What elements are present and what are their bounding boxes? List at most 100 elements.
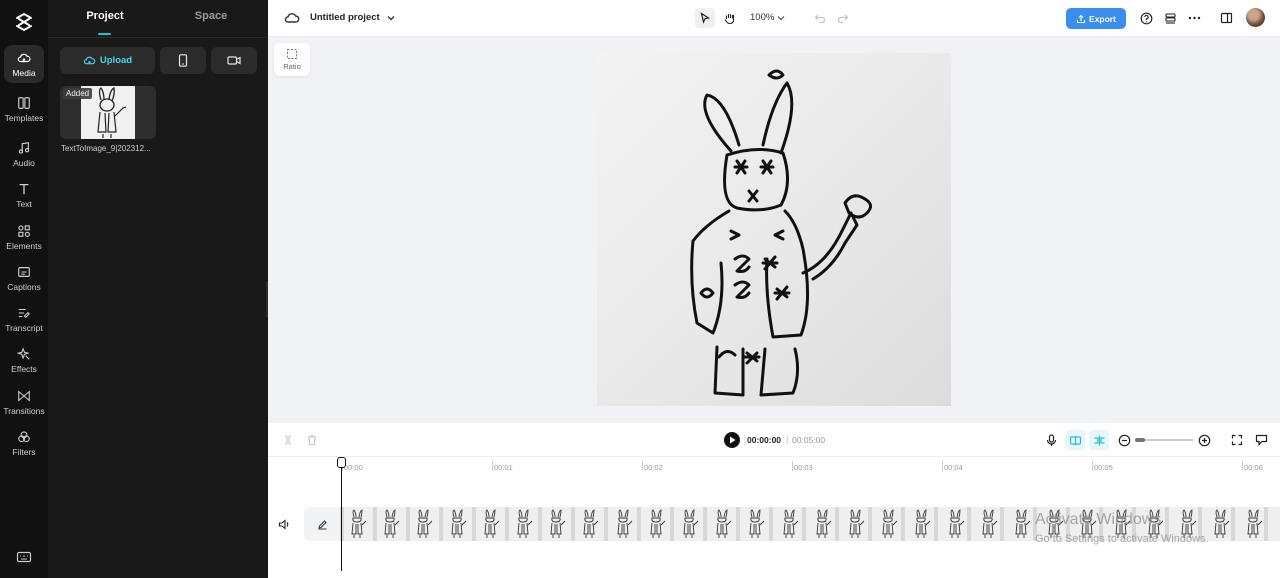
media-card[interactable]: Added xyxy=(60,86,156,139)
media-filename: TextToImage_9|202312... xyxy=(61,144,151,153)
ruler-label: 00:02 xyxy=(644,463,663,472)
added-badge: Added xyxy=(63,88,93,99)
player-bar: 00:00:00 | 00:05:00 xyxy=(268,423,1280,457)
clip-frame-thumbnail xyxy=(816,509,832,538)
play-button[interactable] xyxy=(724,432,740,448)
filters-icon xyxy=(18,430,30,442)
rail-item-filters[interactable]: Filters xyxy=(4,424,44,462)
ruler-label: 00:04 xyxy=(944,463,963,472)
rail-item-audio[interactable]: Audio xyxy=(4,135,44,173)
playhead-line[interactable] xyxy=(341,461,342,571)
activation-watermark: Activate Windows xyxy=(1035,511,1162,528)
clip-frame-thumbnail xyxy=(650,509,666,538)
delete-icon[interactable] xyxy=(302,430,322,450)
tab-space[interactable]: Space xyxy=(156,10,266,22)
select-tool-icon[interactable] xyxy=(695,8,715,28)
cloud-sync-icon[interactable] xyxy=(282,8,302,28)
clip-frame-thumbnail xyxy=(484,509,500,538)
transitions-icon xyxy=(18,390,30,401)
clip-frame-thumbnail xyxy=(617,509,632,538)
captions-icon xyxy=(18,266,30,277)
upload-button[interactable]: Upload xyxy=(60,47,155,74)
keyboard-icon[interactable] xyxy=(16,550,32,564)
rail-item-text[interactable]: Text xyxy=(4,176,44,214)
timeline[interactable]: 00:00 00:01 00:02 00:03 00:04 00:05 00:0… xyxy=(268,457,1280,578)
tab-project[interactable]: Project xyxy=(50,10,160,22)
clip-frame-thumbnail xyxy=(550,509,566,538)
elements-icon xyxy=(18,224,30,237)
activation-watermark-subtext: Go to Settings to activate Windows. xyxy=(1035,533,1209,545)
ruler-tick xyxy=(942,461,943,471)
video-preview[interactable] xyxy=(597,53,951,406)
stack-icon[interactable] xyxy=(1160,8,1180,28)
zoom-slider-handle[interactable] xyxy=(1135,438,1145,442)
record-button[interactable] xyxy=(211,47,257,74)
clip-frame-thumbnail xyxy=(783,509,798,538)
zoom-in-icon[interactable] xyxy=(1194,430,1214,450)
rabbit-artwork-image xyxy=(690,69,872,397)
cloud-upload-icon xyxy=(83,56,96,65)
link-clips-icon[interactable] xyxy=(1089,430,1109,450)
rail-item-label: Effects xyxy=(11,363,37,374)
more-options-icon[interactable] xyxy=(1184,8,1204,28)
clip-frame-thumbnail xyxy=(1015,509,1031,538)
export-button[interactable]: Export xyxy=(1066,8,1126,29)
clip-frame-thumbnail xyxy=(849,509,865,538)
chevron-down-icon[interactable] xyxy=(381,8,401,28)
clip-frame-thumbnail xyxy=(882,509,898,538)
ruler-tick xyxy=(492,461,493,471)
rail-item-label: Captions xyxy=(7,281,41,292)
phone-upload-button[interactable] xyxy=(160,47,206,74)
rail-item-effects[interactable]: Effects xyxy=(4,341,44,379)
microphone-icon[interactable] xyxy=(1041,430,1061,450)
project-title[interactable]: Untitled project xyxy=(310,12,380,23)
ratio-button[interactable]: Ratio xyxy=(274,43,310,76)
rail-item-label: Media xyxy=(12,67,36,78)
split-icon[interactable] xyxy=(278,430,298,450)
undo-icon[interactable] xyxy=(810,8,830,28)
upload-label: Upload xyxy=(99,55,133,66)
canvas-area: Ratio xyxy=(268,37,1280,423)
templates-icon xyxy=(18,96,30,109)
pencil-icon xyxy=(317,519,327,529)
clip-frame-thumbnail xyxy=(949,509,964,538)
feedback-icon[interactable] xyxy=(1251,430,1271,450)
zoom-chevron-down-icon[interactable] xyxy=(771,8,791,28)
text-icon xyxy=(19,183,29,194)
fullscreen-icon[interactable] xyxy=(1227,430,1247,450)
zoom-out-icon[interactable] xyxy=(1114,430,1134,450)
timeline-zoom-slider[interactable] xyxy=(1137,439,1193,441)
rail-item-label: Templates xyxy=(4,112,44,123)
track-edit-controls[interactable] xyxy=(304,507,340,541)
magnet-snap-icon[interactable] xyxy=(1065,430,1085,450)
clip-frame-thumbnail xyxy=(351,509,367,538)
media-panel: Project Space Upload Added TextToImage_9… xyxy=(48,0,268,578)
hand-tool-icon[interactable] xyxy=(719,8,739,28)
rail-item-captions[interactable]: Captions xyxy=(4,259,44,297)
current-time: 00:00:00 xyxy=(747,435,782,445)
app-logo-icon[interactable] xyxy=(12,10,36,34)
redo-icon[interactable] xyxy=(833,8,853,28)
clip-frame-thumbnail xyxy=(716,509,732,538)
rail-item-elements[interactable]: Elements xyxy=(4,218,44,256)
track-volume-icon[interactable] xyxy=(274,514,294,534)
effects-icon xyxy=(17,346,30,360)
media-cloud-icon xyxy=(17,53,31,62)
export-label: Export xyxy=(1089,13,1116,24)
playhead-handle[interactable] xyxy=(337,457,346,468)
rail-item-transcript[interactable]: Transcript xyxy=(4,300,44,338)
clip-frame-thumbnail xyxy=(915,509,931,538)
rail-item-media[interactable]: Media xyxy=(4,45,44,83)
export-icon xyxy=(1076,14,1086,23)
clip-frame-thumbnail xyxy=(1247,509,1263,538)
ruler-tick xyxy=(792,461,793,471)
layout-toggle-icon[interactable] xyxy=(1216,8,1236,28)
clip-frame-thumbnail xyxy=(451,509,466,538)
clip-frame-thumbnail xyxy=(583,509,599,538)
rail-item-transitions[interactable]: Transitions xyxy=(3,383,45,421)
avatar[interactable] xyxy=(1246,8,1265,27)
ruler-label: 00:06 xyxy=(1244,463,1263,472)
clip-frame-thumbnail xyxy=(417,509,433,538)
rail-item-templates[interactable]: Templates xyxy=(4,90,44,128)
help-icon[interactable] xyxy=(1136,8,1156,28)
